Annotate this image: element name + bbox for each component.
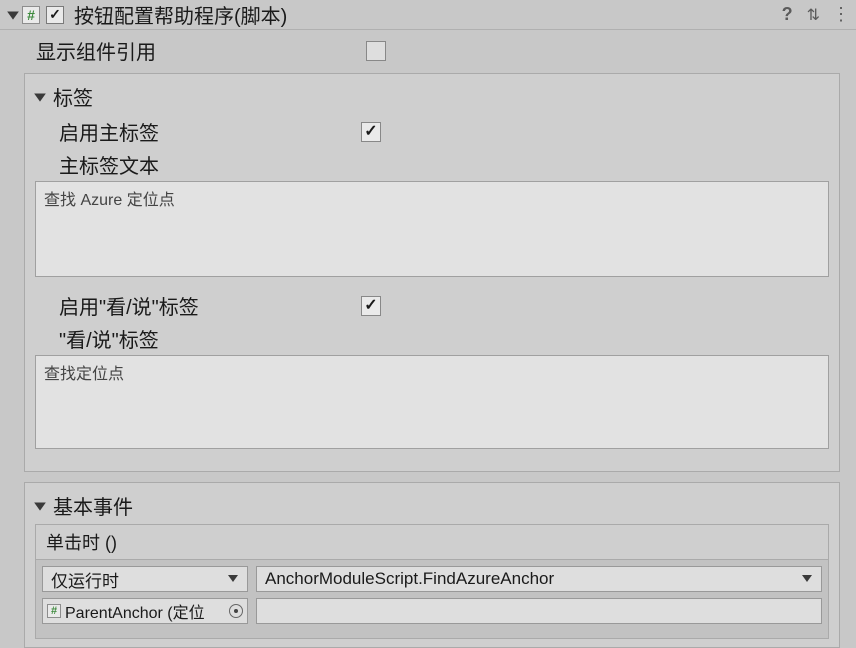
events-group-title: 基本事件	[53, 491, 133, 520]
foldout-icon	[33, 499, 47, 513]
target-object-field[interactable]: # ParentAnchor (定位	[42, 598, 248, 624]
help-icon[interactable]: ?	[782, 3, 793, 27]
foldout-icon	[33, 90, 47, 104]
labels-group-header[interactable]: 标签	[31, 80, 833, 115]
presets-icon[interactable]	[807, 3, 818, 27]
call-state-value: 仅运行时	[51, 567, 119, 592]
function-value: AnchorModuleScript.FindAzureAnchor	[265, 569, 554, 589]
object-picker-icon[interactable]	[229, 604, 243, 618]
enable-main-label-row: 启用主标签	[31, 115, 833, 148]
enable-seesay-label-checkbox[interactable]	[361, 296, 381, 316]
event-entry: 仅运行时 AnchorModuleScript.FindAzureAnchor	[35, 559, 829, 639]
enable-component-checkbox[interactable]	[46, 6, 64, 24]
chevron-down-icon	[227, 569, 239, 589]
labels-group: 标签 启用主标签 主标签文本 查找 Azure 定位点 启用"看/说"标签 "看…	[24, 73, 840, 472]
events-group-header[interactable]: 基本事件	[31, 489, 833, 524]
labels-group-title: 标签	[53, 82, 93, 111]
component-header: # 按钮配置帮助程序(脚本) ? ⋮	[0, 0, 856, 30]
main-label-text-label: 主标签文本	[59, 150, 361, 179]
call-state-dropdown[interactable]: 仅运行时	[42, 566, 248, 592]
seesay-label-text-input[interactable]: 查找定位点	[35, 355, 829, 449]
chevron-down-icon	[801, 569, 813, 589]
enable-main-label-text: 启用主标签	[59, 117, 361, 146]
enable-seesay-label-row: 启用"看/说"标签	[31, 289, 833, 322]
seesay-label-text-row: "看/说"标签	[31, 322, 833, 353]
events-group: 基本事件 单击时 () 仅运行时 AnchorModuleScript.Find…	[24, 482, 840, 648]
main-label-text-row: 主标签文本	[31, 148, 833, 179]
enable-main-label-checkbox[interactable]	[361, 122, 381, 142]
component-title: 按钮配置帮助程序(脚本)	[74, 0, 782, 29]
script-icon: #	[22, 6, 40, 24]
foldout-icon[interactable]	[6, 8, 20, 22]
seesay-label-text-label: "看/说"标签	[59, 324, 361, 353]
function-dropdown[interactable]: AnchorModuleScript.FindAzureAnchor	[256, 566, 822, 592]
menu-icon[interactable]: ⋮	[832, 3, 850, 27]
show-component-refs-label: 显示组件引用	[36, 36, 366, 65]
target-object-value: ParentAnchor (定位	[65, 599, 205, 623]
argument-field[interactable]	[256, 598, 822, 624]
event-name-label: 单击时 ()	[35, 524, 829, 559]
enable-seesay-label-text: 启用"看/说"标签	[59, 291, 361, 320]
show-component-refs-row: 显示组件引用	[0, 34, 856, 67]
script-icon: #	[47, 604, 61, 618]
show-component-refs-checkbox[interactable]	[366, 41, 386, 61]
main-label-text-input[interactable]: 查找 Azure 定位点	[35, 181, 829, 277]
